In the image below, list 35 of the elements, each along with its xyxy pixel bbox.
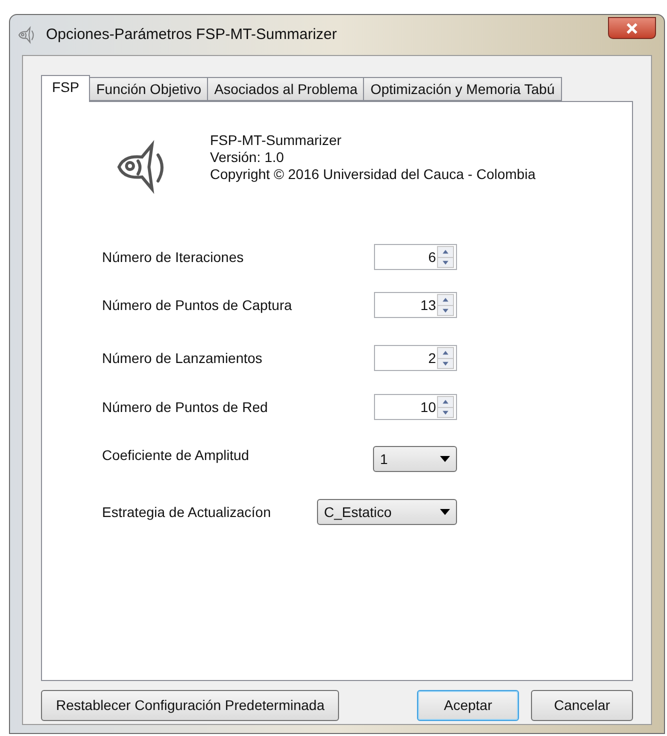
dialog-button[interactable]: Restablecer Configuración Predeterminada [41, 690, 340, 721]
close-button[interactable] [608, 17, 656, 39]
close-icon [626, 22, 638, 34]
spinner-arrows-icon[interactable] [437, 396, 454, 418]
number-spinner[interactable]: 6 [374, 244, 457, 270]
field-label: Coeficiente de Amplitud [102, 446, 250, 465]
spinner-arrows-icon[interactable] [437, 294, 454, 316]
spinner-value: 6 [427, 248, 437, 266]
field-label: Número de Iteraciones [102, 248, 244, 266]
app-name: FSP-MT-Summarizer [210, 132, 342, 149]
caret-icon [440, 456, 450, 462]
spinner-arrows-icon[interactable] [437, 246, 454, 268]
spinner-value: 10 [419, 398, 437, 416]
tab[interactable]: Optimización y Memoria Tabú [363, 77, 562, 101]
number-spinner[interactable]: 13 [374, 292, 457, 318]
version-text: Versión: 1.0 [210, 149, 285, 166]
tab[interactable]: Función Objetivo [89, 77, 208, 101]
dialog-button[interactable]: Cancelar [531, 690, 633, 721]
number-spinner[interactable]: 2 [374, 345, 457, 371]
window-title: Opciones-Parámetros FSP-MT-Summarizer [46, 24, 337, 45]
number-spinner[interactable]: 10 [374, 394, 457, 420]
field-label: Número de Puntos de Red [102, 398, 268, 416]
field-label: Estrategia de Actualizacíon [102, 502, 271, 522]
spinner-value: 2 [427, 348, 437, 368]
caret-icon [440, 509, 450, 515]
spinner-arrows-icon[interactable] [437, 347, 454, 369]
dropdown[interactable]: 1 [373, 446, 457, 472]
tab[interactable]: Asociados al Problema [207, 77, 364, 101]
tab[interactable]: FSP [41, 75, 90, 102]
copyright-text: Copyright © 2016 Universidad del Cauca - Colombia [210, 166, 536, 183]
field-label: Número de Lanzamientos [102, 348, 262, 368]
dropdown[interactable]: C_Estatico [317, 499, 457, 525]
dialog-button[interactable]: Aceptar [417, 690, 519, 721]
spinner-value: 13 [419, 296, 437, 314]
field-label: Número de Puntos de Captura [102, 296, 292, 315]
